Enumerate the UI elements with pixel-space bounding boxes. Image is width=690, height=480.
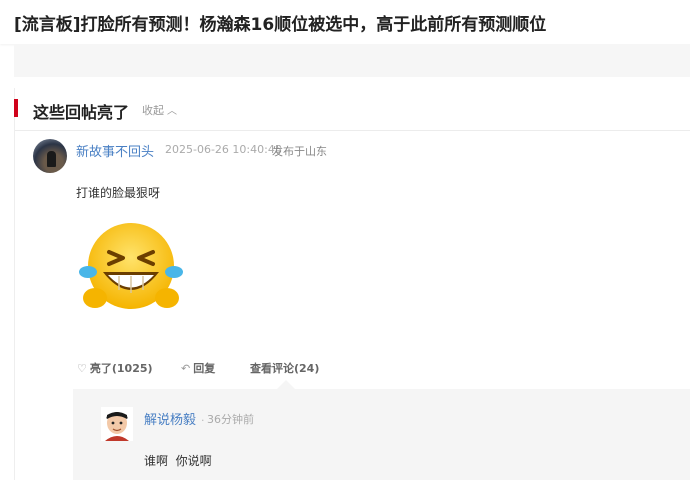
section-header: 这些回帖亮了 收起 ︿: [14, 88, 690, 131]
reply-pointer: [277, 380, 295, 389]
post-timestamp: 2025-06-26 10:40:45: [165, 143, 282, 156]
post-username[interactable]: 新故事不回头: [76, 141, 154, 160]
like-button[interactable]: ♡ 亮了(1025): [77, 360, 153, 376]
highlighted-replies-section: 这些回帖亮了 收起 ︿ 新故事不回头 2025-06-26 10:40:45 发布…: [14, 88, 690, 480]
post-text: 打谁的脸最狠呀: [76, 186, 161, 200]
reply-button[interactable]: ↶ 回复: [181, 360, 215, 376]
reply-avatar[interactable]: [101, 407, 133, 441]
page-title: [流言板]打脸所有预测！杨瀚森16顺位被选中，高于此前所有预测顺位: [14, 15, 547, 35]
title-bar: [流言板]打脸所有预测！杨瀚森16顺位被选中，高于此前所有预测顺位: [0, 0, 690, 44]
reply-separator: .: [201, 411, 205, 424]
section-title: 这些回帖亮了: [33, 103, 130, 122]
toolbar-strip: [14, 44, 690, 77]
chevron-up-icon: ︿: [167, 106, 177, 117]
laughing-tears-emoji-icon: [79, 223, 183, 309]
post-location: 发布于山东: [272, 145, 327, 158]
reply-username[interactable]: 解说杨毅: [144, 409, 196, 428]
avatar[interactable]: [33, 139, 67, 173]
light-bulb-icon: ♡: [77, 362, 87, 375]
reply-arrow-icon: ↶: [181, 362, 191, 375]
view-comments-button[interactable]: 查看评论(24): [250, 360, 319, 376]
like-label: 亮了(1025): [89, 362, 153, 375]
reply-item: 解说杨毅 . 36分钟前 谁啊 你说啊: [73, 389, 690, 480]
collapse-button[interactable]: 收起 ︿: [142, 102, 177, 118]
section-accent-bar: [14, 99, 18, 117]
reply-timestamp: 36分钟前: [207, 413, 254, 426]
reply-label: 回复: [193, 362, 216, 375]
collapse-label: 收起: [142, 104, 164, 117]
view-comments-label: 查看评论(24): [250, 362, 320, 375]
reply-text: 谁啊 你说啊: [144, 454, 212, 468]
